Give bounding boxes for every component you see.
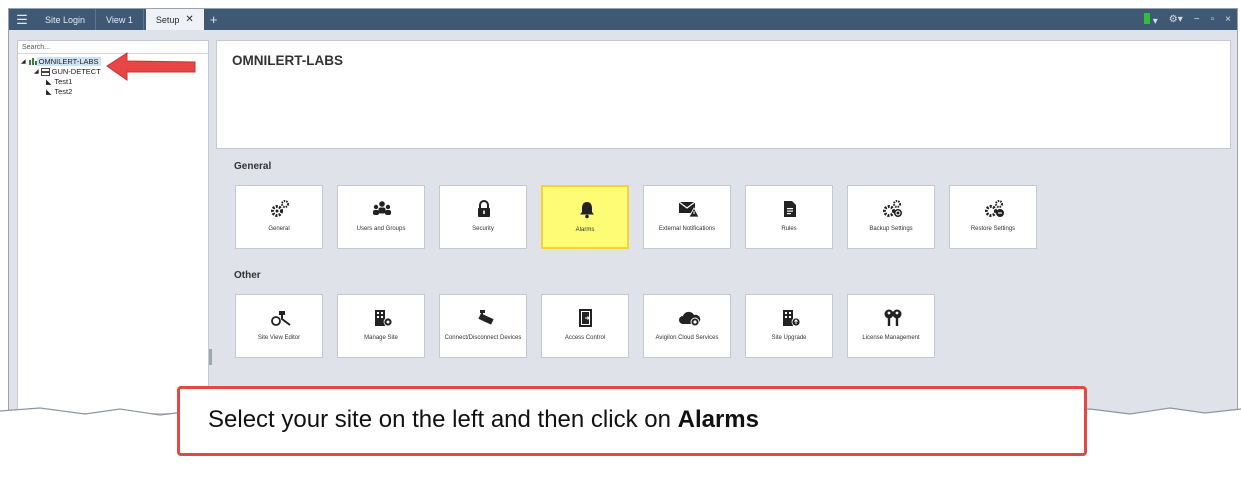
tree-item-server[interactable]: ◢ GUN-DETECT (34, 67, 101, 76)
tree-item-label: OMNILERT-LABS (36, 57, 101, 66)
site-header-card: OMNILERT-LABS (216, 40, 1231, 149)
tree-item-label: Test1 (54, 77, 73, 86)
tile-label: Site View Editor (257, 335, 301, 341)
tile-label: Site Upgrade (771, 335, 807, 341)
expand-arrow-icon[interactable]: ◢ (34, 68, 39, 75)
tile-backup-settings[interactable]: Backup Settings (847, 185, 935, 249)
tile-label: External Notifications (658, 226, 716, 232)
camera-icon (478, 310, 494, 325)
title-bar: ☰ Site Login View 1 Setup ✕ + ▾ ⚙▾ − ▫ × (9, 9, 1237, 30)
camera-icon: ◣ (46, 78, 52, 86)
tab-view-1[interactable]: View 1 (96, 9, 144, 30)
tile-label: General (268, 226, 290, 232)
setup-panel: OMNILERT-LABS General General Users and … (216, 40, 1231, 412)
hamburger-menu-icon[interactable]: ☰ (9, 9, 35, 30)
tile-license-management[interactable]: License Management (847, 294, 935, 358)
red-arrow-pointer (106, 52, 196, 81)
section-title-general: General (234, 161, 272, 172)
close-tab-icon[interactable]: ✕ (185, 14, 193, 25)
tile-label: Backup Settings (869, 226, 913, 232)
instruction-callout: Select your site on the left and then cl… (177, 386, 1087, 456)
tile-connect-disconnect-devices[interactable]: Connect/Disconnect Devices (439, 294, 527, 358)
server-icon (40, 67, 50, 76)
document-icon (784, 201, 796, 217)
tile-alarms[interactable]: Alarms (541, 185, 629, 249)
tile-external-notifications[interactable]: External Notifications (643, 185, 731, 249)
tree-item-site[interactable]: ◢ OMNILERT-LABS (21, 57, 101, 66)
window-controls: ▾ ⚙▾ − ▫ × (1143, 9, 1231, 30)
tile-label: Security (472, 226, 494, 232)
callout-text: Select your site on the left and then cl… (208, 406, 759, 434)
tile-label: License Management (862, 335, 920, 341)
tile-label: Rules (781, 226, 797, 232)
tab-setup[interactable]: Setup ✕ (145, 9, 204, 30)
envelope-warning-icon (678, 201, 700, 218)
panel-splitter[interactable] (209, 349, 212, 365)
site-tree-panel: Search... ◢ OMNILERT-LABS ◢ GUN-DETECT ◣… (17, 40, 209, 414)
tile-users-and-groups[interactable]: Users and Groups (337, 185, 425, 249)
gears-restore-icon (985, 200, 1004, 217)
expand-arrow-icon[interactable]: ◢ (21, 58, 26, 65)
tile-avigilon-cloud-services[interactable]: Avigilon Cloud Services (643, 294, 731, 358)
keys-icon (884, 309, 902, 326)
camera-view-icon (271, 311, 291, 326)
lock-icon (478, 200, 490, 217)
tile-site-upgrade[interactable]: Site Upgrade (745, 294, 833, 358)
page-title: OMNILERT-LABS (232, 53, 343, 68)
add-tab-button[interactable]: + (204, 12, 224, 27)
section-title-other: Other (234, 270, 261, 281)
tree-item-label: Test2 (54, 87, 73, 96)
tile-label: Manage Site (364, 335, 398, 341)
building-upgrade-icon (783, 310, 801, 327)
tile-manage-site[interactable]: Manage Site (337, 294, 425, 358)
tab-label: View 1 (106, 14, 133, 25)
tab-label: Setup (155, 14, 180, 25)
tile-label: Restore Settings (970, 226, 1016, 232)
status-indicator-icon[interactable]: ▾ (1143, 12, 1158, 27)
tile-rules[interactable]: Rules (745, 185, 833, 249)
bell-icon (580, 202, 594, 219)
tile-label: Connect/Disconnect Devices (444, 335, 522, 341)
tile-site-view-editor[interactable]: Site View Editor (235, 294, 323, 358)
gears-backup-icon (883, 200, 902, 217)
site-icon (28, 58, 37, 65)
tab-label: Site Login (45, 14, 86, 25)
building-gear-icon (375, 310, 393, 327)
tile-access-control[interactable]: Access Control (541, 294, 629, 358)
minimize-button[interactable]: − (1194, 14, 1200, 25)
callout-instruction: Select your site on the left and then cl… (208, 406, 678, 433)
callout-emphasis: Alarms (677, 406, 759, 433)
camera-icon: ◣ (46, 88, 52, 96)
tile-general[interactable]: General (235, 185, 323, 249)
tree-item-camera[interactable]: ◣ Test2 (46, 87, 72, 96)
tab-site-login[interactable]: Site Login (35, 9, 97, 30)
tree-item-label: GUN-DETECT (51, 67, 101, 76)
tree-item-camera[interactable]: ◣ Test1 (46, 77, 72, 86)
tile-restore-settings[interactable]: Restore Settings (949, 185, 1037, 249)
maximize-button[interactable]: ▫ (1211, 14, 1215, 25)
close-window-button[interactable]: × (1225, 14, 1231, 25)
cloud-icon (679, 311, 701, 327)
gears-icon (271, 200, 289, 217)
settings-gear-icon[interactable]: ⚙▾ (1169, 14, 1183, 25)
tile-label: Avigilon Cloud Services (655, 335, 719, 341)
tile-label: Alarms (575, 227, 595, 233)
tile-security[interactable]: Security (439, 185, 527, 249)
tile-label: Access Control (564, 335, 606, 341)
tile-label: Users and Groups (356, 226, 406, 232)
users-icon (373, 201, 391, 215)
door-icon (579, 309, 592, 327)
